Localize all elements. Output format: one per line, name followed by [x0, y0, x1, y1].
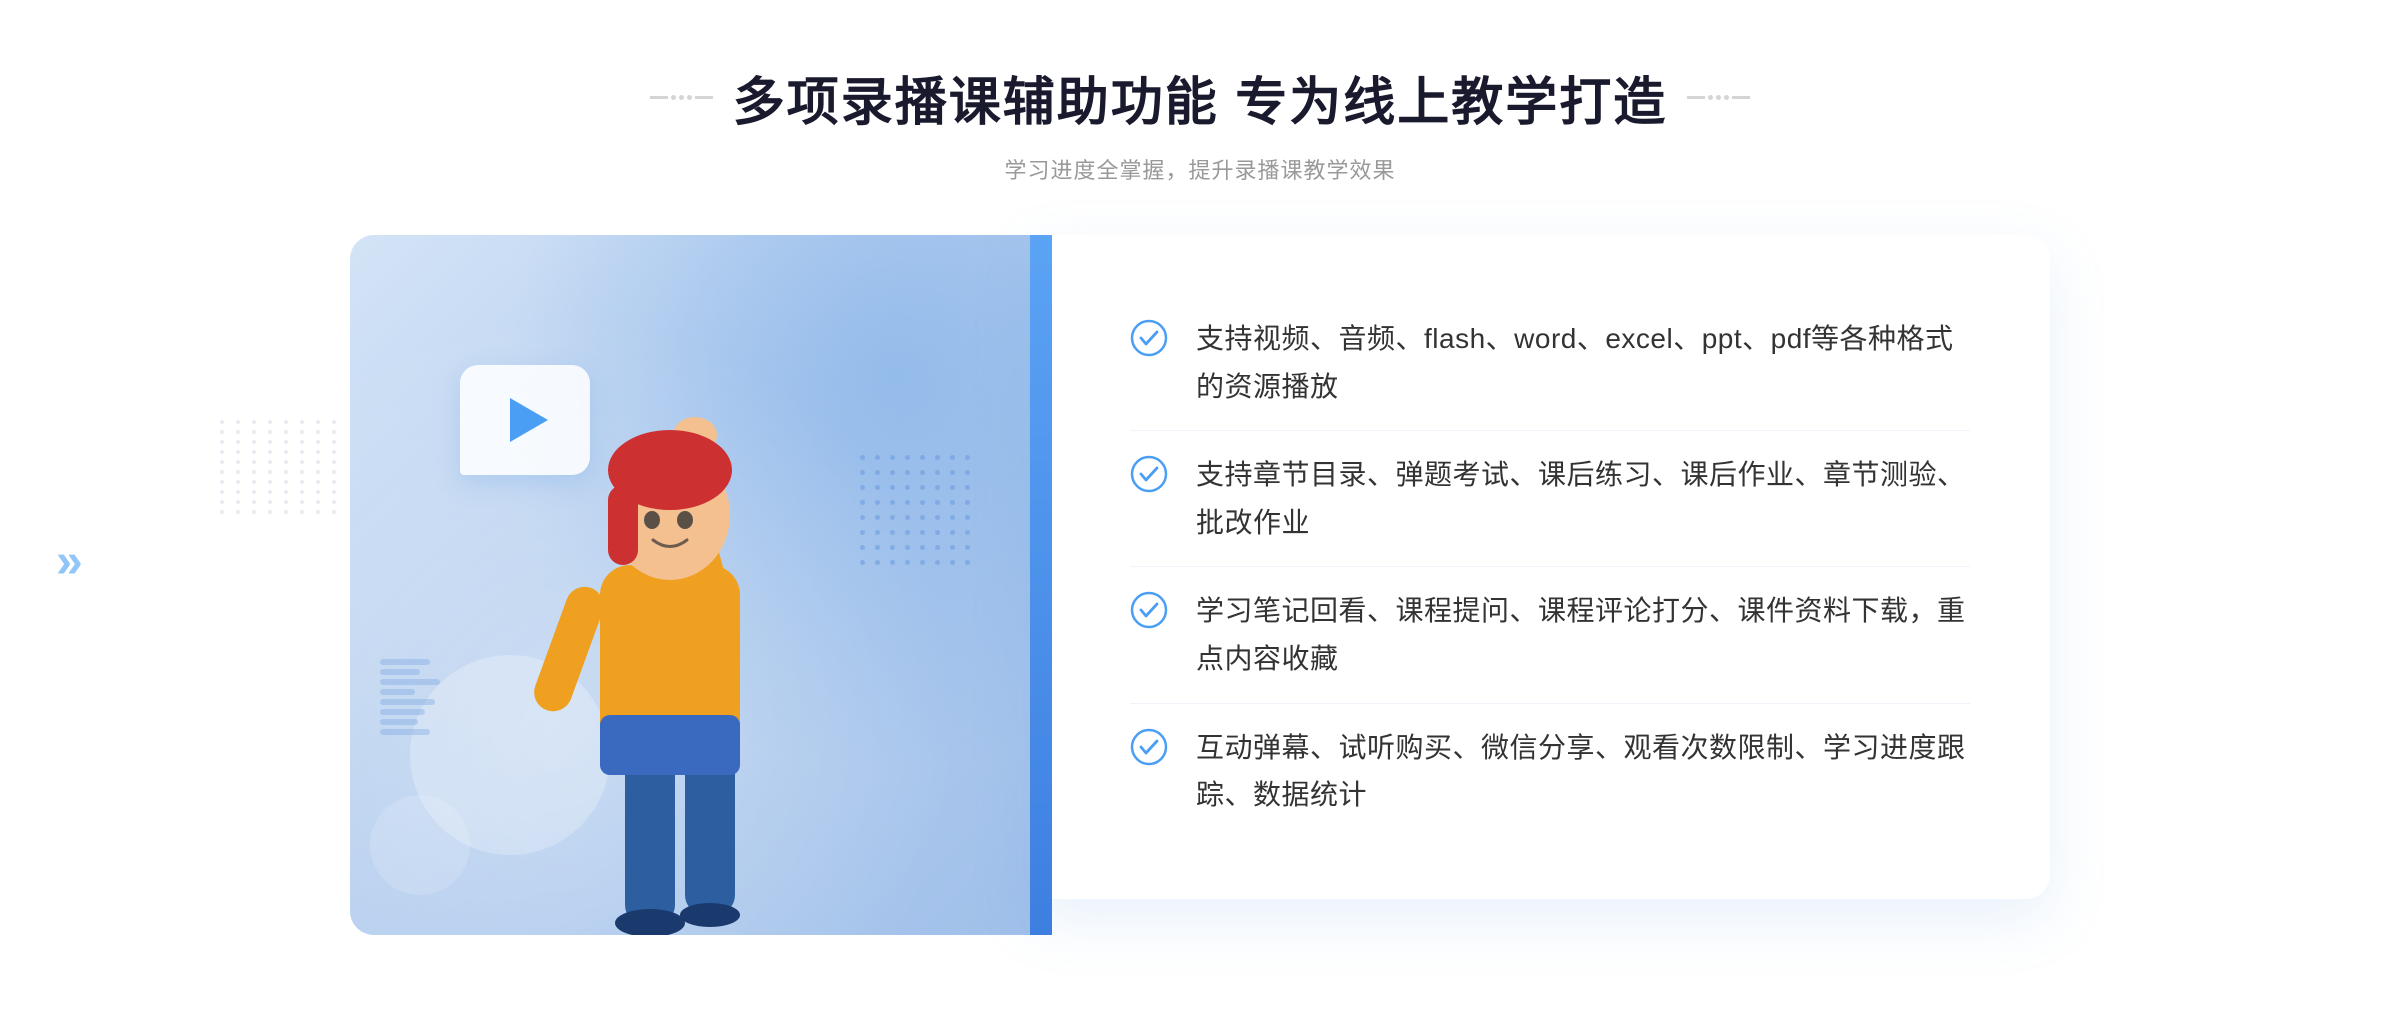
page-container: for(let i=0;i<80;i++) document.currentSc… — [0, 0, 2400, 1015]
feature-item-4: 互动弹幕、试听购买、微信分享、观看次数限制、学习进度跟踪、数据统计 — [1130, 703, 1970, 839]
illustration-panel: for(let i=0;i<64;i++) document.currentSc… — [350, 235, 1030, 935]
feature-text-1: 支持视频、音频、flash、word、excel、ppt、pdf等各种格式的资源… — [1196, 315, 1970, 410]
title-row: 多项录播课辅助功能 专为线上教学打造 — [650, 60, 1750, 135]
feature-text-4: 互动弹幕、试听购买、微信分享、观看次数限制、学习进度跟踪、数据统计 — [1196, 724, 1970, 819]
feature-text-2: 支持章节目录、弹题考试、课后练习、课后作业、章节测验、批改作业 — [1196, 451, 1970, 546]
content-panel: 支持视频、音频、flash、word、excel、ppt、pdf等各种格式的资源… — [1030, 235, 2050, 899]
main-content: for(let i=0;i<64;i++) document.currentSc… — [350, 235, 2050, 935]
check-icon-3 — [1130, 591, 1168, 629]
illus-dot-grid: for(let i=0;i<64;i++) document.currentSc… — [860, 455, 970, 565]
header-section: 多项录播课辅助功能 专为线上教学打造 学习进度全掌握，提升录播课教学效果 — [650, 60, 1750, 185]
check-icon-2 — [1130, 455, 1168, 493]
title-deco-left — [650, 95, 713, 100]
content-panel-wrapper: 支持视频、音频、flash、word、excel、ppt、pdf等各种格式的资源… — [1030, 235, 2050, 935]
feature-item-2: 支持章节目录、弹题考试、课后练习、课后作业、章节测验、批改作业 — [1130, 430, 1970, 566]
subtitle: 学习进度全掌握，提升录播课教学效果 — [650, 153, 1750, 185]
human-figure — [470, 355, 870, 935]
main-title: 多项录播课辅助功能 专为线上教学打造 — [733, 60, 1667, 135]
title-deco-right — [1687, 95, 1750, 100]
feature-item-3: 学习笔记回看、课程提问、课程评论打分、课件资料下载，重点内容收藏 — [1130, 566, 1970, 702]
chevron-left-icon: » — [56, 538, 83, 586]
blue-strip — [1030, 235, 1052, 935]
feature-text-3: 学习笔记回看、课程提问、课程评论打分、课件资料下载，重点内容收藏 — [1196, 587, 1970, 682]
circle-small — [370, 795, 470, 895]
feature-item-1: 支持视频、音频、flash、word、excel、ppt、pdf等各种格式的资源… — [1130, 295, 1970, 430]
dot-pattern-left: for(let i=0;i<80;i++) document.currentSc… — [220, 420, 342, 514]
check-icon-1 — [1130, 319, 1168, 357]
bar-decoration — [380, 659, 440, 735]
check-icon-4 — [1130, 728, 1168, 766]
